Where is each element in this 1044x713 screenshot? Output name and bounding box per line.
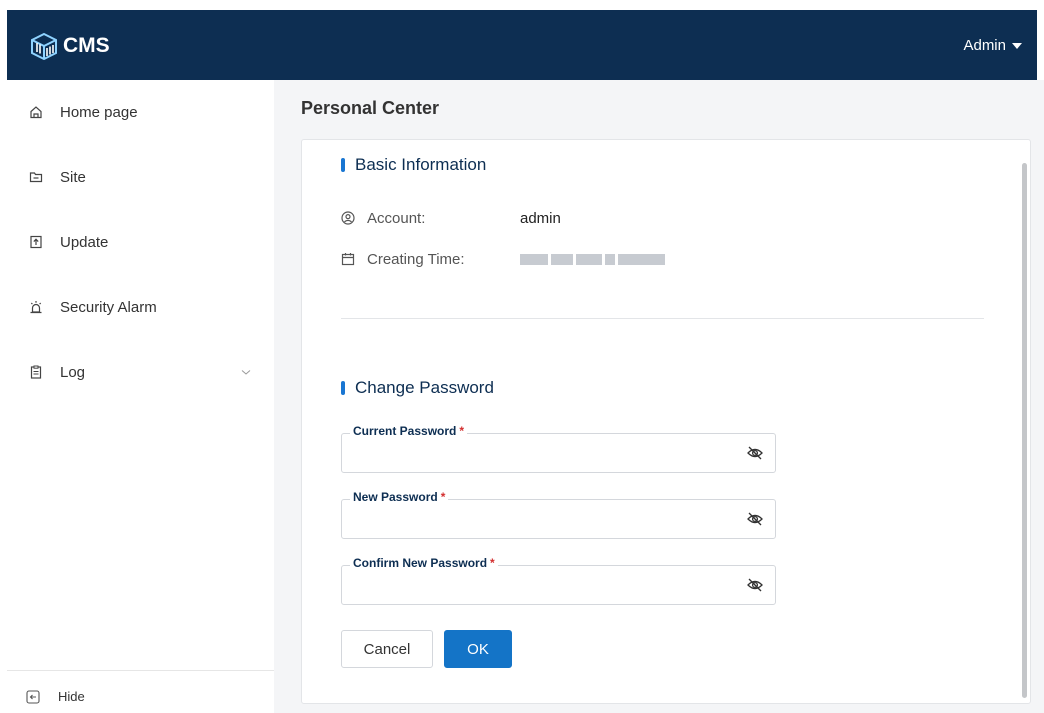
update-icon <box>30 235 42 249</box>
confirm-password-field[interactable]: Confirm New Password * <box>341 556 776 605</box>
section-title: Basic Information <box>355 155 487 174</box>
field-label: Confirm New Password * <box>350 556 498 570</box>
redacted-block <box>576 254 602 266</box>
basic-info-section-header: Basic Information <box>341 155 486 175</box>
eye-off-icon[interactable] <box>746 510 764 528</box>
user-menu-dropdown[interactable]: Admin <box>963 37 1022 54</box>
sidebar-item-home[interactable]: Home page <box>7 92 274 132</box>
field-label: Current Password * <box>350 424 468 438</box>
folder-icon <box>29 172 43 183</box>
redacted-block <box>618 254 665 266</box>
cube-logo-icon <box>31 32 57 60</box>
redacted-block <box>520 254 548 266</box>
user-circle-icon <box>341 211 355 225</box>
new-password-input[interactable] <box>352 510 736 530</box>
sidebar-item-label: Home page <box>60 103 138 121</box>
hide-label: Hide <box>58 689 85 704</box>
field-label: New Password * <box>350 490 449 504</box>
account-row: Account: admin <box>341 208 561 228</box>
page-title: Personal Center <box>301 98 440 118</box>
app-name: CMS <box>63 34 110 57</box>
sidebar-item-label: Site <box>60 168 86 186</box>
section-divider <box>341 318 984 319</box>
required-mark: * <box>490 556 495 570</box>
creating-time-value-redacted <box>520 251 668 268</box>
section-accent-bar <box>341 158 345 172</box>
redacted-block <box>605 254 615 266</box>
current-password-input[interactable] <box>352 444 736 464</box>
redacted-block <box>551 254 573 266</box>
sidebar-item-label: Update <box>60 233 109 251</box>
section-accent-bar <box>341 381 345 395</box>
home-icon <box>30 106 42 119</box>
creating-time-row: Creating Time: <box>341 249 665 269</box>
field-label-text: New Password <box>353 490 438 504</box>
alarm-icon <box>30 301 42 314</box>
creating-time-label: Creating Time: <box>367 250 465 268</box>
app-logo[interactable]: CMS <box>29 32 110 60</box>
user-name: Admin <box>963 37 1006 54</box>
sidebar-item-log[interactable]: Log <box>7 352 274 392</box>
hide-sidebar-button[interactable]: Hide <box>7 680 274 713</box>
confirm-password-input[interactable] <box>352 576 736 596</box>
clipboard-icon <box>30 365 42 379</box>
current-password-field[interactable]: Current Password * <box>341 424 776 473</box>
new-password-field[interactable]: New Password * <box>341 490 776 539</box>
field-label-text: Confirm New Password <box>353 556 488 570</box>
required-mark: * <box>459 424 465 438</box>
calendar-icon <box>341 253 355 266</box>
sidebar-item-security-alarm[interactable]: Security Alarm <box>7 287 274 327</box>
chevron-down-icon <box>241 370 251 375</box>
account-label: Account: <box>367 209 426 227</box>
change-password-section-header: Change Password <box>341 378 494 398</box>
account-value: admin <box>520 209 561 227</box>
field-label-text: Current Password <box>353 424 457 438</box>
cancel-button[interactable]: Cancel <box>341 630 433 668</box>
sidebar: Home page Site Update Security Alarm Log <box>7 80 274 713</box>
eye-off-icon[interactable] <box>746 444 764 462</box>
required-mark: * <box>440 490 446 504</box>
ok-button[interactable]: OK <box>444 630 512 668</box>
top-navigation-bar: CMS Admin <box>7 10 1037 80</box>
caret-down-icon <box>1012 42 1022 49</box>
sidebar-item-site[interactable]: Site <box>7 157 274 197</box>
content-scrollbar[interactable] <box>1022 163 1027 698</box>
eye-off-icon[interactable] <box>746 576 764 594</box>
collapse-arrow-icon <box>26 689 40 704</box>
sidebar-divider <box>7 670 274 671</box>
sidebar-item-label: Log <box>60 363 86 381</box>
sidebar-item-label: Security Alarm <box>60 298 157 316</box>
section-title: Change Password <box>355 378 494 397</box>
sidebar-item-update[interactable]: Update <box>7 222 274 262</box>
